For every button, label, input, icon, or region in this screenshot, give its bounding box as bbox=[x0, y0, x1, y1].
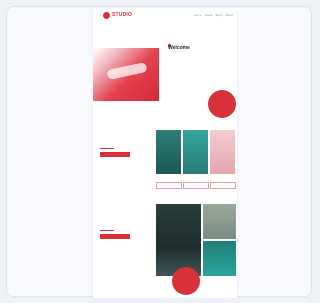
hero-text-block: Welcome bbox=[168, 42, 230, 54]
nav-item[interactable]: Shop bbox=[215, 13, 222, 17]
books-gallery bbox=[156, 130, 236, 188]
nav-item[interactable]: About bbox=[205, 13, 213, 17]
hero-badge[interactable] bbox=[208, 90, 236, 118]
logo-text: STUDIO bbox=[112, 12, 133, 18]
books-text-block bbox=[100, 147, 150, 157]
logo-icon bbox=[103, 11, 110, 19]
photos-divider bbox=[100, 230, 114, 231]
site-header: STUDIO Home About Shop Menu bbox=[93, 8, 237, 26]
books-button[interactable] bbox=[100, 152, 130, 157]
top-nav: Home About Shop Menu bbox=[194, 13, 233, 17]
photo-large[interactable] bbox=[156, 204, 201, 276]
nav-item[interactable]: Home bbox=[194, 13, 202, 17]
website-preview: STUDIO Home About Shop Menu Welcome bbox=[93, 8, 237, 298]
book-button[interactable] bbox=[183, 182, 209, 189]
photos-button[interactable] bbox=[100, 234, 130, 239]
book-cover[interactable] bbox=[183, 130, 208, 174]
book-cover[interactable] bbox=[210, 130, 235, 174]
photos-text-block bbox=[100, 229, 152, 239]
hero-title: Welcome bbox=[168, 45, 190, 51]
nav-item[interactable]: Menu bbox=[225, 13, 233, 17]
photo-small[interactable] bbox=[203, 204, 236, 239]
book-buttons bbox=[156, 182, 236, 189]
photos-badge[interactable] bbox=[172, 267, 200, 295]
book-cover[interactable] bbox=[156, 130, 181, 174]
book-button[interactable] bbox=[156, 182, 182, 189]
photo-small[interactable] bbox=[203, 241, 236, 276]
books-divider bbox=[100, 148, 114, 149]
book-button[interactable] bbox=[210, 182, 236, 189]
site-logo[interactable]: STUDIO bbox=[103, 11, 139, 19]
